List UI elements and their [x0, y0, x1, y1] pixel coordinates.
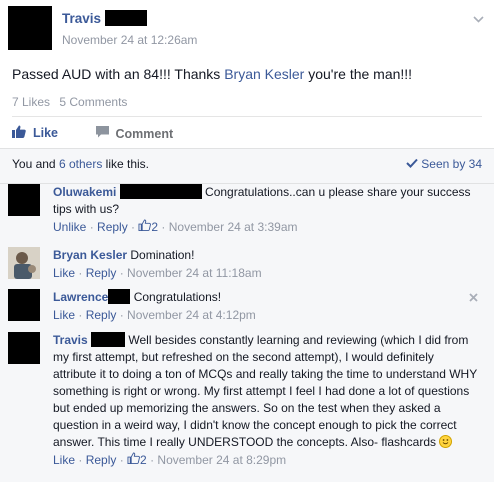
post-actions: Like Comment — [12, 125, 207, 141]
post-text: Passed AUD with an 84!!! Thanks Bryan Ke… — [12, 66, 412, 82]
separator: · — [75, 453, 86, 467]
comments-count-link[interactable]: 5 Comments — [59, 95, 127, 109]
separator: · — [116, 453, 128, 467]
separator: · — [75, 266, 86, 280]
commenter-name[interactable]: Oluwakemi — [53, 185, 116, 199]
separator: · — [158, 220, 169, 234]
thumbs-up-icon — [12, 125, 26, 141]
comment-bubble-icon — [95, 126, 109, 141]
reply-link[interactable]: Reply — [86, 308, 117, 322]
reply-link[interactable]: Reply — [86, 266, 117, 280]
unlike-link[interactable]: Unlike — [53, 220, 86, 234]
post-text-start: Passed AUD with an 84!!! Thanks — [12, 66, 225, 82]
post-author-name[interactable]: Travis — [62, 11, 101, 26]
post-timestamp[interactable]: November 24 at 12:26am — [62, 33, 197, 47]
close-icon[interactable] — [469, 290, 478, 305]
comment-item: Oluwakemi Congratulations..can u please … — [8, 184, 488, 242]
divider — [12, 116, 482, 117]
comment-timestamp[interactable]: November 24 at 8:29pm — [157, 453, 286, 467]
like-button-label: Like — [33, 126, 59, 140]
comment-avatar[interactable] — [8, 332, 40, 364]
chevron-down-icon[interactable] — [473, 12, 484, 26]
comment-text: Domination! — [130, 248, 195, 262]
check-icon — [406, 157, 418, 171]
commenter-name[interactable]: Travis — [53, 333, 88, 347]
redaction-block — [108, 289, 131, 305]
comment-timestamp[interactable]: November 24 at 3:39am — [169, 220, 298, 234]
comments-section: You and 6 others like this. Seen by 34 O… — [0, 148, 494, 482]
comment-body: Travis Well besides constantly learning … — [53, 332, 478, 469]
separator: · — [146, 453, 158, 467]
comment-item: Travis Well besides constantly learning … — [8, 332, 488, 482]
comment-text: Well besides constantly learning and rev… — [53, 333, 478, 449]
thumbs-up-icon[interactable] — [138, 219, 152, 234]
comment-timestamp[interactable]: November 24 at 11:18am — [127, 266, 262, 280]
comment-text: Congratulations! — [133, 290, 222, 304]
like-link[interactable]: Like — [53, 308, 75, 322]
comment-avatar[interactable] — [8, 184, 40, 216]
likes-summary-suffix: like this. — [102, 157, 149, 171]
comment-body: Bryan Kesler Domination! Like · Reply · … — [53, 247, 478, 282]
author-avatar[interactable] — [8, 6, 52, 50]
separator: · — [116, 266, 128, 280]
seen-by-label: Seen by 34 — [421, 157, 482, 171]
comment-item: Lawrence Congratulations! Like · Reply ·… — [8, 289, 488, 325]
comment-timestamp[interactable]: November 24 at 4:12pm — [127, 308, 256, 322]
mention-link[interactable]: Bryan Kesler — [224, 66, 304, 82]
comment-meta: Like · Reply · November 24 at 11:18am — [53, 265, 478, 282]
comment-meta: Like · Reply · 2 · November 24 at 8:29pm — [53, 452, 478, 469]
comment-meta: Unlike · Reply · 2 · November 24 at 3:39… — [53, 219, 478, 236]
comment-button[interactable]: Comment — [95, 126, 174, 141]
likes-summary: You and 6 others like this. Seen by 34 — [12, 157, 482, 177]
redaction-block — [105, 9, 148, 26]
commenter-name[interactable]: Lawrence — [53, 290, 108, 304]
like-link[interactable]: Like — [53, 453, 75, 467]
commenter-name[interactable]: Bryan Kesler — [53, 248, 127, 262]
separator: · — [127, 220, 139, 234]
separator: · — [86, 220, 98, 234]
post-stats: 7 Likes 5 Comments — [12, 95, 133, 109]
comment-avatar[interactable] — [8, 289, 40, 321]
comment-button-label: Comment — [115, 126, 174, 141]
post-text-end: you're the man!!! — [304, 66, 413, 82]
likes-count-link[interactable]: 7 Likes — [12, 95, 50, 109]
like-link[interactable]: Like — [53, 266, 75, 280]
comment-body: Oluwakemi Congratulations..can u please … — [53, 184, 478, 236]
post-author[interactable]: Travis — [62, 9, 148, 26]
comment-like-count[interactable]: 2 — [140, 453, 147, 467]
comment-avatar[interactable] — [8, 247, 40, 279]
comment-item: Bryan Kesler Domination! Like · Reply · … — [8, 247, 488, 283]
smiley-icon — [439, 435, 453, 448]
reply-link[interactable]: Reply — [97, 220, 128, 234]
seen-by[interactable]: Seen by 34 — [406, 157, 482, 171]
likes-summary-prefix: You and — [12, 157, 59, 171]
reply-link[interactable]: Reply — [86, 453, 117, 467]
others-link[interactable]: 6 others — [59, 157, 102, 171]
separator: · — [75, 308, 86, 322]
redaction-block — [119, 184, 202, 200]
redaction-block — [91, 332, 126, 348]
thumbs-up-icon[interactable] — [127, 452, 140, 467]
like-button[interactable]: Like — [12, 125, 58, 141]
comment-text: Congratulations..can u please share your… — [53, 185, 471, 216]
comment-body: Lawrence Congratulations! Like · Reply ·… — [53, 289, 478, 324]
comment-meta: Like · Reply · November 24 at 4:12pm — [53, 307, 478, 324]
separator: · — [116, 308, 128, 322]
